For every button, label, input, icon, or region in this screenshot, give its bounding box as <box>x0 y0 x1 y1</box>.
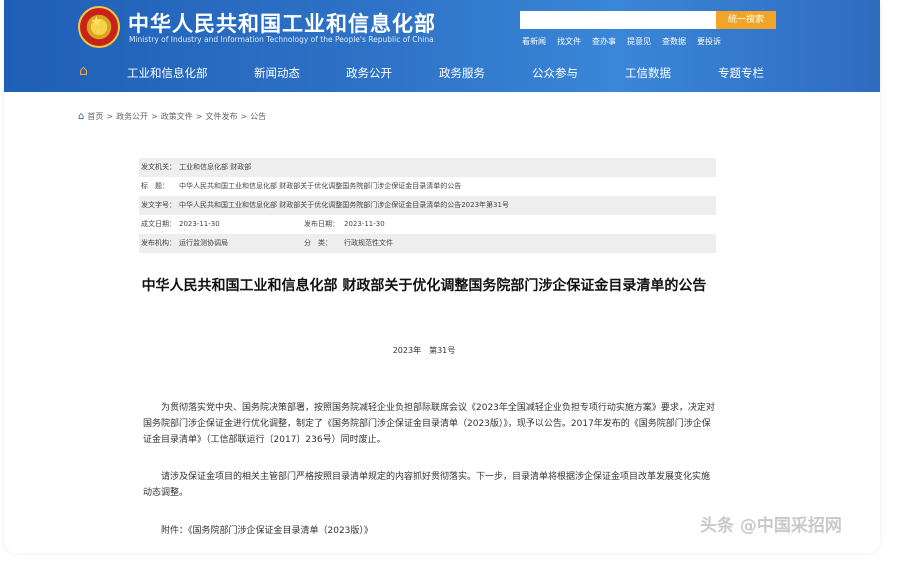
site-title[interactable]: 中华人民共和国工业和信息化部 <box>128 8 436 38</box>
meta-title-value: 中华人民共和国工业和信息化部 财政部关于优化调整国务院部门涉企保证金目录清单的公… <box>179 182 462 190</box>
site-header: ★ 中华人民共和国工业和信息化部 Ministry of Industry an… <box>4 0 880 92</box>
breadcrumb: ⌂ 首页 > 政务公开 > 政策文件 > 文件发布 > 公告 <box>78 111 266 122</box>
meta-row-issuer: 发文机关： 工业和信息化部 财政部 <box>139 158 716 177</box>
search-button[interactable]: 统一搜索 <box>716 11 776 29</box>
breadcrumb-item-gov-affairs[interactable]: 政务公开 <box>116 111 148 122</box>
breadcrumb-separator: > <box>195 112 203 121</box>
emblem-star-icon: ★ <box>90 14 103 30</box>
watermark: 头条 @中国采招网 <box>700 516 842 536</box>
nav-item-gov-services[interactable]: 政务服务 <box>439 65 485 81</box>
search-input[interactable] <box>520 11 716 29</box>
page-frame: ★ 中华人民共和国工业和信息化部 Ministry of Industry an… <box>4 0 880 553</box>
meta-number-label: 发文字号： <box>141 201 176 209</box>
quick-link-data[interactable]: 查数据 <box>662 36 686 47</box>
nav-item-news[interactable]: 新闻动态 <box>254 65 300 81</box>
meta-created-value: 2023-11-30 <box>179 220 220 228</box>
breadcrumb-separator: > <box>151 112 158 121</box>
meta-published-value: 2023-11-30 <box>344 220 385 228</box>
meta-category-value: 行政规范性文件 <box>344 239 393 247</box>
meta-title-label: 标 题： <box>141 182 169 190</box>
meta-agency-value: 运行监测协调局 <box>179 239 228 247</box>
meta-agency-label: 发布机构： <box>141 239 176 247</box>
home-icon: ⌂ <box>78 111 85 122</box>
document-number: 2023年 第31号 <box>392 346 456 355</box>
main-nav: ⌂ 工业和信息化部 新闻动态 政务公开 政务服务 公众参与 工信数据 专题专栏 <box>4 54 880 92</box>
quick-link-complaint[interactable]: 要投诉 <box>697 36 721 47</box>
quick-link-services[interactable]: 查办事 <box>592 36 616 47</box>
quick-link-files[interactable]: 找文件 <box>557 36 581 47</box>
document-meta-table: 发文机关： 工业和信息化部 财政部 标 题： 中华人民共和国工业和信息化部 财政… <box>139 158 716 253</box>
breadcrumb-item-notice[interactable]: 公告 <box>250 111 266 122</box>
nav-item-topics[interactable]: 专题专栏 <box>718 65 764 81</box>
meta-created-label: 成文日期： <box>141 220 176 228</box>
meta-row-agency: 发布机构： 运行监测协调局 分 类： 行政规范性文件 <box>139 234 716 253</box>
document-title: 中华人民共和国工业和信息化部 财政部关于优化调整国务院部门涉企保证金目录清单的公… <box>141 278 707 294</box>
meta-number-value: 中华人民共和国工业和信息化部 财政部关于优化调整国务院部门涉企保证金目录清单的公… <box>179 201 509 209</box>
quick-link-news[interactable]: 看新闻 <box>522 36 546 47</box>
quick-link-feedback[interactable]: 提意见 <box>627 36 651 47</box>
meta-issuer-label: 发文机关： <box>141 163 176 171</box>
nav-item-participation[interactable]: 公众参与 <box>532 65 578 81</box>
breadcrumb-separator: > <box>106 112 114 121</box>
document-paragraph-1: 为贯彻落实党中央、国务院决策部署，按照国务院减轻企业负担部际联席会议《2023年… <box>143 403 715 445</box>
document-paragraph-2: 请涉及保证金项目的相关主管部门严格按照目录清单规定的内容抓好贯彻落实。下一步，目… <box>143 472 711 498</box>
meta-published-label: 发布日期： <box>304 220 339 228</box>
breadcrumb-item-home[interactable]: 首页 <box>87 111 103 122</box>
meta-row-number: 发文字号： 中华人民共和国工业和信息化部 财政部关于优化调整国务院部门涉企保证金… <box>139 196 716 215</box>
attachment-link[interactable]: 附件：《国务院部门涉企保证金目录清单（2023版）》 <box>143 523 715 536</box>
meta-issuer-value: 工业和信息化部 财政部 <box>179 163 252 171</box>
breadcrumb-item-policy[interactable]: 政策文件 <box>161 111 193 122</box>
meta-category-label: 分 类： <box>304 239 332 247</box>
meta-row-dates: 成文日期： 2023-11-30 发布日期： 2023-11-30 <box>139 215 716 234</box>
breadcrumb-item-release[interactable]: 文件发布 <box>205 111 237 122</box>
nav-item-ministry[interactable]: 工业和信息化部 <box>127 65 208 81</box>
nav-item-data[interactable]: 工信数据 <box>625 65 671 81</box>
site-subtitle: Ministry of Industry and Information Tec… <box>129 35 434 44</box>
meta-row-title: 标 题： 中华人民共和国工业和信息化部 财政部关于优化调整国务院部门涉企保证金目… <box>139 177 716 196</box>
nav-home-icon[interactable]: ⌂ <box>79 63 88 79</box>
breadcrumb-separator: > <box>240 112 248 121</box>
quick-links: 看新闻 找文件 查办事 提意见 查数据 要投诉 <box>522 36 721 47</box>
nav-item-gov-affairs[interactable]: 政务公开 <box>346 65 392 81</box>
